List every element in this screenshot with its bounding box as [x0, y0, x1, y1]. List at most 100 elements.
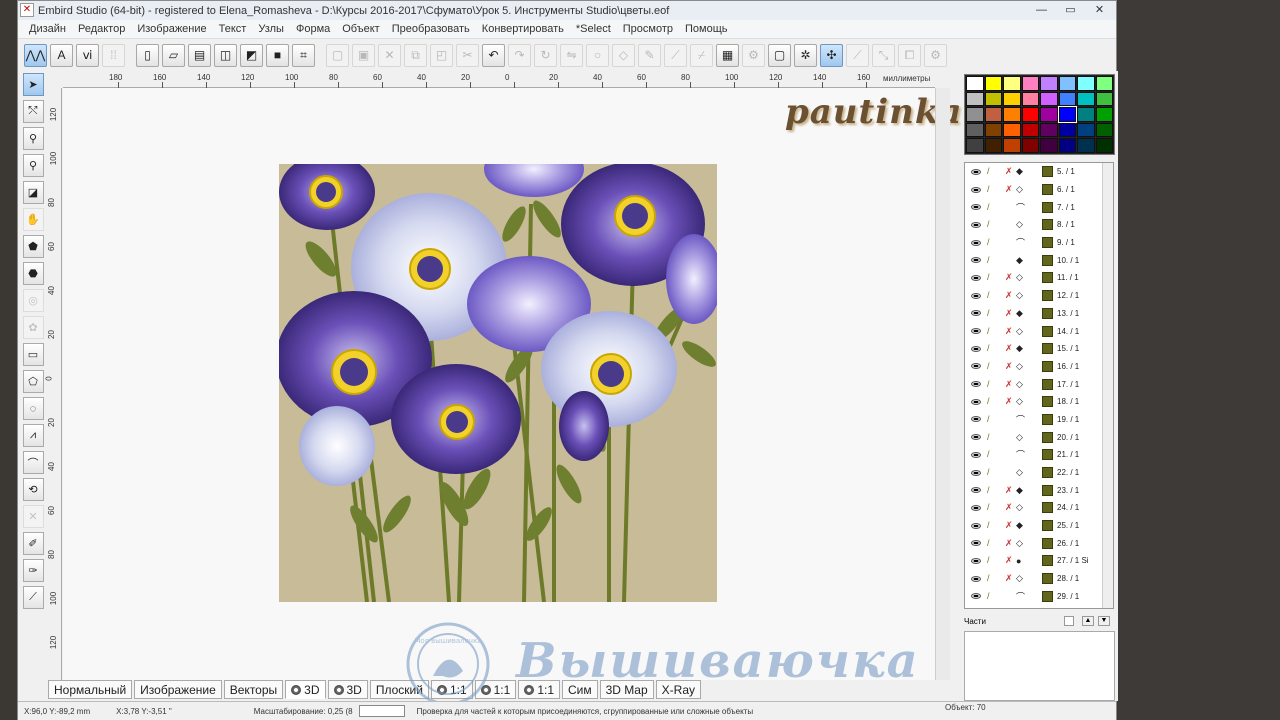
text-tool-icon[interactable]: A	[50, 43, 73, 67]
palette-swatch[interactable]	[1040, 76, 1058, 91]
pen-icon[interactable]: ✎	[638, 43, 661, 67]
thread-color-swatch[interactable]	[1042, 343, 1053, 355]
thread-color-swatch[interactable]	[1042, 272, 1053, 284]
thread-color-swatch[interactable]	[1042, 555, 1053, 567]
embroidery-design[interactable]	[279, 164, 717, 602]
hand-icon[interactable]: ✋	[22, 208, 44, 231]
object-row[interactable]: / ✗ ◇ 17. / 1	[965, 375, 1113, 393]
view-tab-4[interactable]: 3D	[327, 680, 368, 699]
palette-swatch[interactable]	[1003, 76, 1021, 91]
palette-swatch[interactable]	[984, 76, 1002, 91]
palette-swatch[interactable]	[1057, 106, 1077, 123]
menu-item-9[interactable]: *Select	[570, 23, 617, 35]
visibility-eye-icon[interactable]	[971, 575, 981, 582]
canvas-vertical-scrollbar[interactable]	[935, 88, 950, 680]
menu-item-7[interactable]: Преобразовать	[386, 23, 476, 35]
object-list[interactable]: / ✗ ◆ 5. / 1/✗ ◇ 6. / 1/⌒ 7. / 1/◇ 8. / 1/⌒ 9. /…	[964, 162, 1114, 609]
view-tab-3[interactable]: 3D	[285, 680, 326, 699]
lock-x-icon[interactable]: ✗	[1005, 308, 1013, 319]
lock-x-icon[interactable]: ✗	[1005, 555, 1013, 566]
lock-x-icon[interactable]: ✗	[1005, 485, 1013, 496]
cut-icon[interactable]: ✂	[456, 43, 479, 67]
select-arrow-icon[interactable]: ➤	[22, 73, 44, 96]
color-palette[interactable]	[964, 74, 1115, 155]
new-file-icon[interactable]: ▯	[136, 43, 159, 67]
thread-color-swatch[interactable]	[1042, 378, 1053, 390]
satin-icon[interactable]: ⬣	[22, 262, 44, 285]
thread-icon[interactable]: ✲	[794, 43, 817, 67]
visibility-eye-icon[interactable]	[971, 168, 981, 175]
object-row[interactable]: / ✗ ◇ 18. / 1	[965, 393, 1113, 411]
palette-swatch[interactable]	[966, 138, 984, 153]
object-row[interactable]: / ⌒ 21. / 1	[965, 446, 1113, 464]
thread-color-swatch[interactable]	[1042, 166, 1053, 178]
object-row[interactable]: / ✗ ◇ 12. / 1	[965, 287, 1113, 305]
object-row[interactable]: / ✗ ◇ 16. / 1	[965, 358, 1113, 376]
object-row[interactable]: / ⌒ 29. / 1	[965, 588, 1113, 606]
close-icon[interactable]: ✕	[1085, 1, 1114, 18]
palette-swatch[interactable]	[1095, 91, 1113, 107]
open-image-icon[interactable]: ▤	[188, 43, 211, 67]
lock-x-icon[interactable]: ✗	[1005, 343, 1013, 354]
visibility-eye-icon[interactable]	[971, 328, 981, 335]
thread-color-swatch[interactable]	[1042, 219, 1053, 231]
object-row[interactable]: / ✗ ◇ 26. / 1	[965, 534, 1113, 552]
thread-color-swatch[interactable]	[1042, 520, 1053, 532]
node-icon[interactable]: ⟋	[664, 43, 687, 67]
gear-icon[interactable]: ⚙	[924, 43, 947, 67]
transform-icon[interactable]: ⤡	[872, 43, 895, 67]
menu-item-4[interactable]: Узлы	[252, 23, 290, 35]
lock-x-icon[interactable]: ✗	[1005, 396, 1013, 407]
visibility-eye-icon[interactable]	[971, 310, 981, 317]
open-file-icon[interactable]: ▱	[162, 43, 185, 67]
select-frame-icon[interactable]: ⌗	[292, 43, 315, 67]
visibility-eye-icon[interactable]	[971, 363, 981, 370]
object-row[interactable]: / ◇ 8. / 1	[965, 216, 1113, 234]
minimize-icon[interactable]: —	[1027, 1, 1056, 18]
visibility-eye-icon[interactable]	[971, 257, 981, 264]
zoom-icon[interactable]: ⚲	[22, 127, 44, 150]
object-row[interactable]: / ✗ ◆ 23. / 1	[965, 481, 1113, 499]
thread-color-swatch[interactable]	[1042, 537, 1053, 549]
view-tab-9[interactable]: Сим	[562, 680, 598, 699]
visibility-eye-icon[interactable]	[971, 540, 981, 547]
node-edit-icon[interactable]: ⤲	[22, 100, 44, 123]
parts-view-icon[interactable]	[1064, 616, 1074, 626]
grid-dots-icon[interactable]: ⁞⁞	[102, 43, 125, 67]
outline-icon[interactable]: ⟲	[22, 478, 44, 501]
visibility-eye-icon[interactable]	[971, 274, 981, 281]
palette-swatch[interactable]	[1003, 138, 1021, 153]
visibility-eye-icon[interactable]	[971, 434, 981, 441]
palette-swatch[interactable]	[1040, 107, 1058, 122]
object-row[interactable]: / ⌒ 19. / 1	[965, 411, 1113, 429]
palette-swatch[interactable]	[966, 107, 984, 122]
knife-icon[interactable]: ⌿	[690, 43, 713, 67]
measure-icon[interactable]: ⟋	[22, 586, 44, 609]
thread-color-swatch[interactable]	[1042, 290, 1053, 302]
object-row[interactable]: / ✗ ◇ 28. / 1	[965, 570, 1113, 588]
visibility-eye-icon[interactable]	[971, 487, 981, 494]
view-tab-2[interactable]: Векторы	[223, 680, 284, 699]
object-row[interactable]: / ◆ 10. / 1	[965, 251, 1113, 269]
menu-item-1[interactable]: Редактор	[72, 23, 131, 35]
copy-icon[interactable]: ▢	[326, 43, 349, 67]
zigzag-icon[interactable]: ⩘	[22, 424, 44, 447]
palette-swatch[interactable]	[1077, 107, 1095, 122]
object-row[interactable]: / ◇ 20. / 1	[965, 428, 1113, 446]
menu-item-2[interactable]: Изображение	[131, 23, 212, 35]
object-row[interactable]: / ✗ ◆ 13. / 1	[965, 305, 1113, 323]
thread-color-swatch[interactable]	[1042, 237, 1053, 249]
clipboard-icon[interactable]: ◰	[430, 43, 453, 67]
rectangle-icon[interactable]: ▭	[22, 343, 44, 366]
sewing-icon[interactable]: ✣	[820, 43, 843, 67]
palette-swatch[interactable]	[1021, 91, 1039, 107]
palette-swatch[interactable]	[1077, 138, 1095, 153]
curve-icon[interactable]: ⌒	[22, 451, 44, 474]
lock-x-icon[interactable]: ✗	[1005, 379, 1013, 390]
visibility-eye-icon[interactable]	[971, 469, 981, 476]
palette-swatch[interactable]	[966, 76, 984, 91]
parts-box[interactable]	[964, 631, 1115, 701]
hoop-frame-icon[interactable]: ▢	[768, 43, 791, 67]
visibility-eye-icon[interactable]	[971, 221, 981, 228]
menu-item-6[interactable]: Объект	[336, 23, 385, 35]
